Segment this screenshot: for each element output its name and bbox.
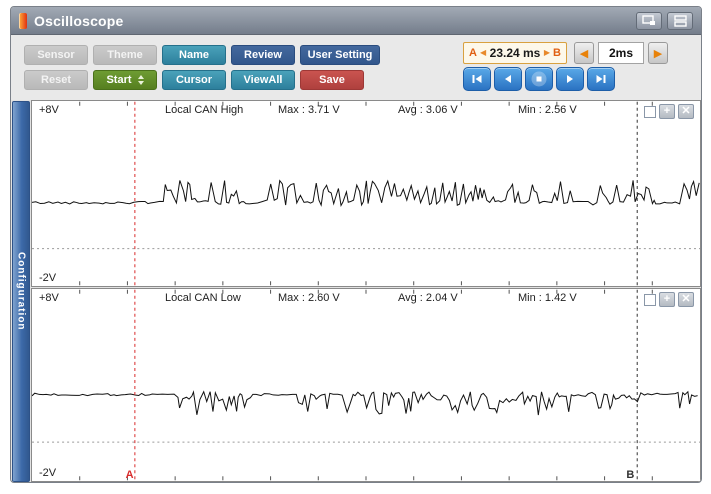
title-bar: Oscilloscope [11,7,701,35]
playback-controls [463,67,615,91]
oscilloscope-window: Oscilloscope Sensor Theme Name Review Us… [10,6,702,483]
start-button-label: Start [106,74,131,86]
channel-2-max-stat: Max : 2.60 V [278,292,340,304]
timebase-value[interactable]: 2ms [598,42,644,64]
plus-icon: + [664,106,670,117]
capture-icon [642,15,656,26]
channel-2-min-stat: Min : 1.42 V [518,292,577,304]
channel-2-panel: +8V Local CAN Low Max : 2.60 V Avg : 2.0… [31,288,701,482]
forward-icon [562,71,578,87]
plot-area: Configuration +8V Local CAN High Max : 3… [11,100,701,482]
channel-2-waveform [32,289,700,481]
channel-2-avg-stat: Avg : 2.04 V [398,292,458,304]
channel-1-avg-stat: Avg : 3.06 V [398,104,458,116]
stop-button[interactable] [525,67,553,91]
channel-2-select-checkbox[interactable] [644,294,656,306]
theme-button[interactable]: Theme [93,45,157,65]
channel-1-close-button[interactable]: ✕ [678,104,694,119]
app-icon [19,13,27,29]
cursor-delta-readout: A ◀ 23.24 ms ▶ B [463,42,567,64]
cursor-b-handle[interactable]: B [626,469,634,481]
left-triangle-icon: ◀ [580,47,588,60]
reset-button[interactable]: Reset [24,70,88,90]
step-forward-button[interactable] [556,67,584,91]
channel-1-bottom-range-label: -2V [39,272,56,284]
channel-2-top-range-label: +8V [39,292,59,304]
configuration-tab[interactable]: Configuration [12,101,30,482]
channel-2-name: Local CAN Low [165,292,241,304]
start-button[interactable]: Start [93,70,157,90]
close-icon: ✕ [681,294,690,305]
tile-windows-button[interactable] [667,12,693,30]
back-icon [500,71,516,87]
viewall-button[interactable]: ViewAll [231,70,295,90]
cursor-delta-value: 23.24 ms [489,46,541,60]
cursor-a-handle[interactable]: A [126,469,134,481]
channel-1-panel: +8V Local CAN High Max : 3.71 V Avg : 3.… [31,100,701,287]
skip-end-icon [593,71,609,87]
channel-1-waveform [32,101,700,286]
close-icon: ✕ [681,106,690,117]
configuration-tab-label: Configuration [16,252,27,331]
save-button[interactable]: Save [300,70,364,90]
channel-1-top-range-label: +8V [39,104,59,116]
step-back-button[interactable] [494,67,522,91]
tile-windows-icon [674,15,687,27]
channel-1-select-checkbox[interactable] [644,106,656,118]
capture-window-button[interactable] [636,12,662,30]
skip-to-start-button[interactable] [463,67,491,91]
channel-1-name: Local CAN High [165,104,243,116]
channel-2-zoom-add-button[interactable]: + [659,292,675,307]
channel-1-max-stat: Max : 3.71 V [278,104,340,116]
sensor-button[interactable]: Sensor [24,45,88,65]
start-spinner-icon [138,75,144,85]
timebase-increase-button[interactable]: ▶ [648,42,668,64]
review-button[interactable]: Review [231,45,295,65]
channel-1-min-stat: Min : 2.56 V [518,104,577,116]
cursor-a-marker-icon: ◀ [480,49,486,57]
channel-2-bottom-range-label: -2V [39,467,56,479]
plus-icon: + [664,294,670,305]
toolbar: Sensor Theme Name Review User Setting Re… [11,35,701,100]
channel-2-close-button[interactable]: ✕ [678,292,694,307]
cursor-a-readout-label: A [469,47,477,59]
timebase-decrease-button[interactable]: ◀ [574,42,594,64]
user-setting-button[interactable]: User Setting [300,45,380,65]
name-button[interactable]: Name [162,45,226,65]
channel-1-zoom-add-button[interactable]: + [659,104,675,119]
stop-icon [530,70,548,88]
skip-start-icon [469,71,485,87]
cursor-b-marker-icon: ▶ [544,49,550,57]
cursor-button[interactable]: Cursor [162,70,226,90]
cursor-b-readout-label: B [553,47,561,59]
window-title: Oscilloscope [34,13,631,29]
right-triangle-icon: ▶ [654,47,662,60]
skip-to-end-button[interactable] [587,67,615,91]
